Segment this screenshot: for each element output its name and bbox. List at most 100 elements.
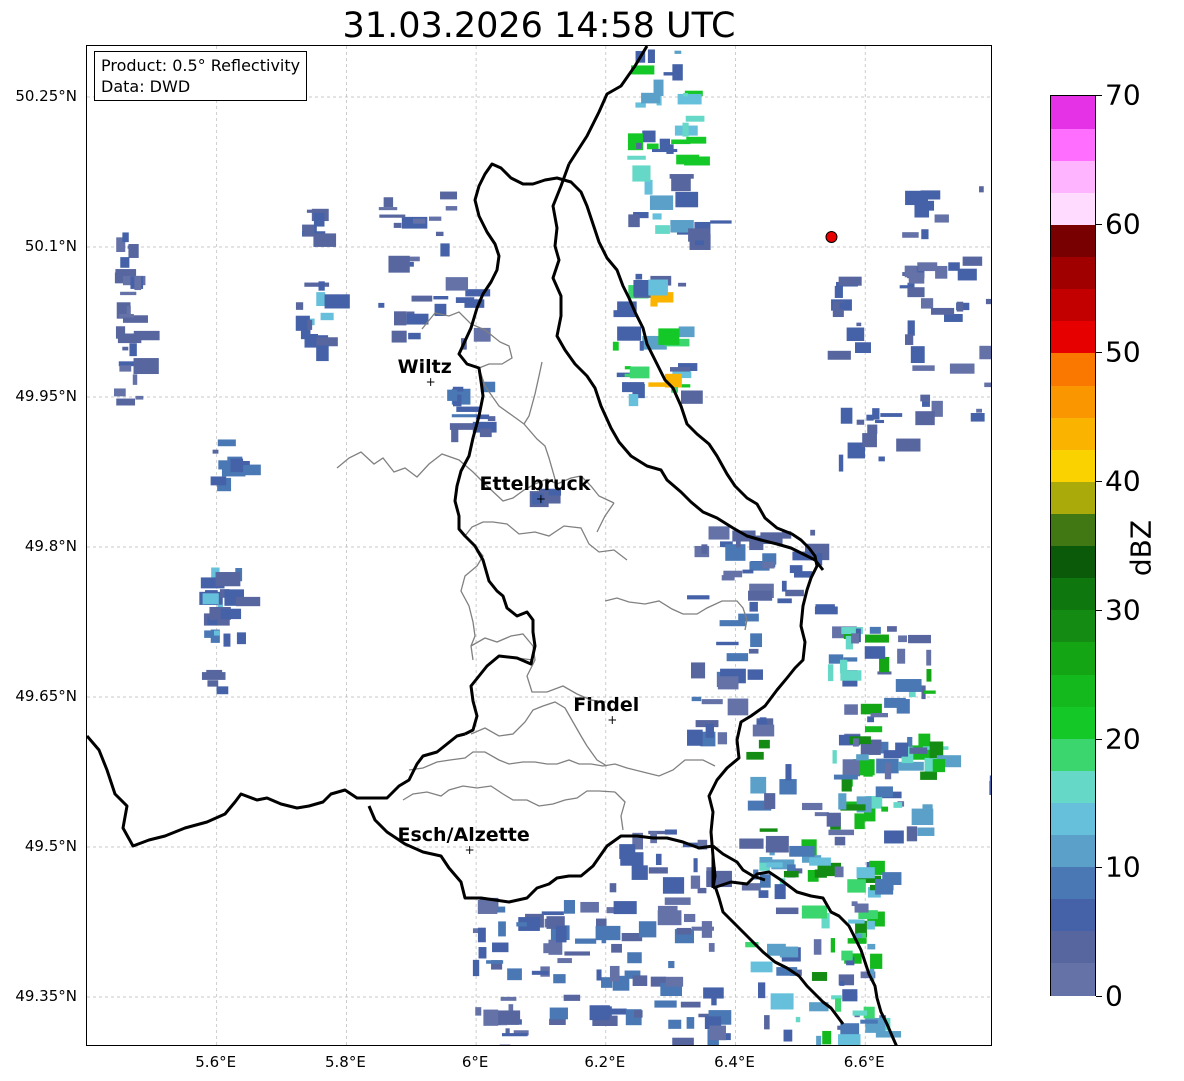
echo-pixel — [708, 943, 715, 952]
echo-pixel — [926, 649, 932, 666]
echo-pixel — [658, 328, 680, 345]
echo-pixel — [856, 322, 862, 327]
echo-pixel — [908, 272, 925, 284]
echo-pixel — [133, 358, 159, 375]
echo-pixel — [498, 921, 506, 937]
longitude-tick-label: 5.8°E — [324, 1053, 366, 1071]
echo-pixel — [834, 285, 843, 298]
colorbar-segment — [1051, 834, 1095, 868]
echo-pixel — [922, 401, 930, 407]
echo-pixel — [701, 699, 723, 705]
echo-pixel — [764, 1015, 770, 1030]
echo-pixel — [866, 414, 874, 421]
echo-pixel — [775, 907, 799, 915]
echo-pixel — [902, 232, 919, 238]
echo-pixel — [411, 295, 433, 302]
echo-pixel — [705, 723, 714, 738]
echo-pixel — [675, 191, 699, 208]
longitude-tick-label: 6°E — [461, 1053, 489, 1071]
echo-pixel — [866, 920, 875, 930]
echo-pixel — [307, 319, 313, 330]
map-area[interactable]: + Wiltz + Ettelbruck + Findel + Esch/Alzette — [86, 45, 992, 1046]
echo-pixel — [230, 458, 244, 473]
echo-pixel — [235, 596, 261, 607]
echo-pixel — [727, 698, 749, 716]
echo-pixel — [910, 346, 925, 364]
radar-site — [825, 231, 838, 243]
echo-pixel — [897, 648, 906, 664]
echo-pixel — [921, 229, 929, 240]
echo-pixel — [826, 812, 841, 827]
echo-pixel — [856, 754, 869, 761]
echo-pixel — [846, 327, 865, 341]
echo-pixel — [847, 879, 866, 893]
echo-pixel — [120, 257, 130, 268]
echo-pixel — [134, 275, 142, 291]
echo-pixel — [214, 630, 220, 636]
colorbar-segment — [1051, 962, 1095, 996]
echo-pixel — [717, 676, 739, 690]
echo-pixel — [962, 256, 983, 266]
echo-pixel — [555, 925, 567, 943]
echo-pixel — [313, 233, 337, 247]
echo-pixel — [750, 961, 773, 973]
echo-pixel — [838, 1034, 861, 1045]
echo-pixel — [830, 938, 836, 953]
echo-pixel — [595, 925, 621, 941]
colorbar-segment — [1051, 224, 1095, 258]
echo-pixel — [828, 829, 855, 836]
echo-pixel — [636, 142, 642, 149]
echo-pixel — [657, 905, 678, 914]
echo-pixel — [644, 179, 653, 195]
echo-pixel — [440, 191, 458, 200]
colorbar-segment — [1051, 930, 1095, 964]
colorbar-tick-mark — [1096, 481, 1102, 483]
echo-pixel — [856, 867, 875, 879]
echo-pixel — [855, 342, 871, 354]
radar-map[interactable]: +Wiltz+Ettelbruck+Findel+Esch/Alzette — [87, 46, 992, 1046]
echo-pixel — [762, 561, 775, 569]
echo-pixel — [563, 994, 581, 1001]
echo-pixel — [564, 951, 591, 956]
echo-pixel — [774, 884, 786, 900]
echo-pixel — [726, 653, 749, 662]
echo-pixel — [477, 927, 486, 943]
echo-pixel — [541, 911, 564, 916]
echo-pixel — [683, 92, 688, 97]
echo-pixel — [948, 262, 960, 271]
echo-pixel — [492, 942, 509, 953]
echo-pixel — [557, 958, 572, 964]
echo-pixel — [970, 412, 985, 422]
echo-pixel — [896, 699, 910, 714]
echo-pixel — [609, 965, 620, 982]
echo-pixel — [860, 1019, 878, 1024]
echo-pixel — [113, 388, 126, 397]
echo-pixel — [475, 1007, 482, 1016]
echo-pixel — [854, 813, 865, 830]
city-label: Wiltz — [398, 356, 452, 378]
echo-pixel — [632, 165, 651, 182]
echo-pixel — [895, 679, 922, 692]
echo-pixel — [635, 273, 643, 280]
echo-pixel — [202, 593, 219, 605]
colorbar-segment — [1051, 256, 1095, 290]
echo-pixel — [682, 122, 689, 137]
colorbar-segment — [1051, 481, 1095, 514]
colorbar-segment — [1051, 738, 1095, 771]
echo-pixel — [642, 130, 656, 143]
echo-pixel — [747, 669, 764, 680]
colorbar-segment — [1051, 128, 1095, 161]
echo-pixel — [869, 626, 881, 634]
colorbar-segment — [1051, 577, 1095, 611]
echo-pixel — [676, 927, 692, 935]
echo-pixel — [116, 398, 136, 406]
echo-pixel — [750, 633, 763, 648]
echo-pixel — [316, 345, 329, 362]
echo-pixel — [691, 662, 706, 679]
colorbar-tick-mark — [1096, 352, 1102, 354]
colorbar-tick-label: 20 — [1105, 722, 1141, 756]
echo-pixel — [624, 373, 640, 377]
colorbar-tick-mark — [1096, 95, 1102, 96]
echo-pixel — [479, 428, 492, 438]
echo-pixel — [304, 282, 330, 287]
